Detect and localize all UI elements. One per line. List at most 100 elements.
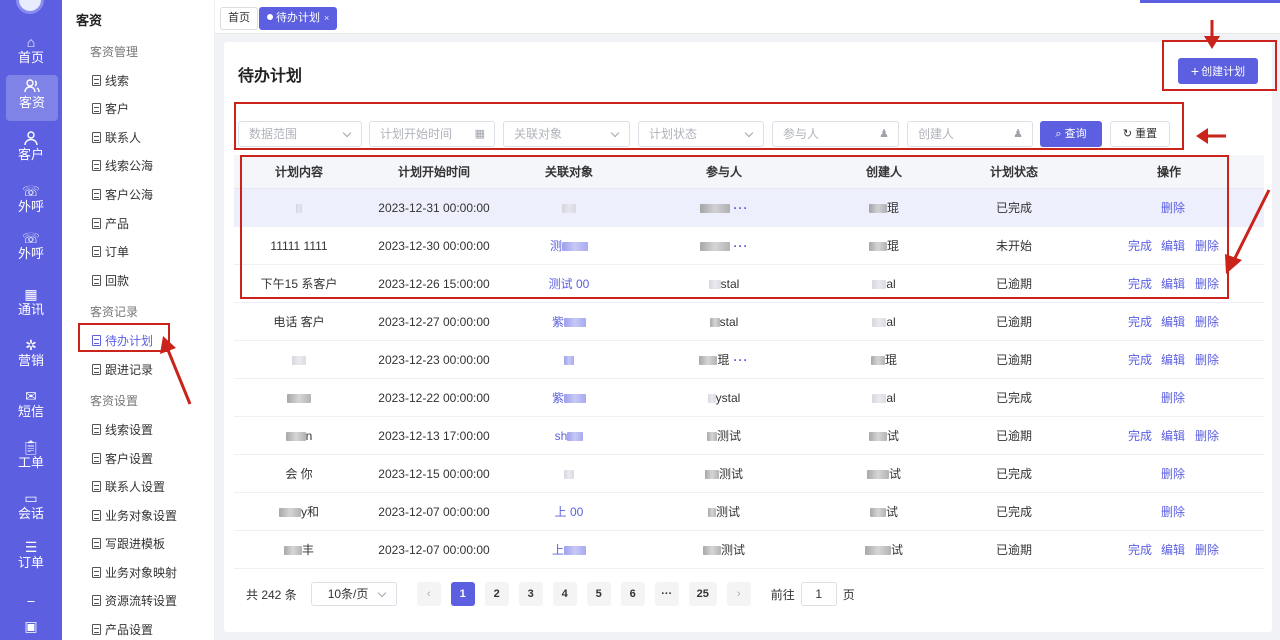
complete-link[interactable]: 完成: [1128, 341, 1152, 379]
cell-object[interactable]: 上: [504, 531, 634, 569]
menu-item-product-settings[interactable]: 产品设置: [92, 621, 153, 638]
page-size-select[interactable]: 10条/页: [310, 582, 397, 606]
cell-object[interactable]: 紫: [504, 303, 634, 341]
rail-item-outbound-2[interactable]: ☏ 外呼: [0, 226, 62, 272]
tab-home[interactable]: 首页: [220, 7, 258, 30]
more-icon[interactable]: ···: [734, 353, 749, 367]
pagination: 共 242 条 10条/页 ‹ 1 2 3 4 5 6 ··· 25 › 前往 …: [246, 582, 855, 606]
delete-link[interactable]: 删除: [1161, 493, 1185, 531]
cell-object[interactable]: 上 00: [504, 493, 634, 531]
menu-item-lead-settings[interactable]: 线索设置: [92, 421, 153, 438]
prev-page-button[interactable]: ‹: [416, 582, 441, 606]
delete-link[interactable]: 删除: [1195, 303, 1219, 341]
delete-link[interactable]: 删除: [1161, 379, 1185, 417]
cell-object[interactable]: sh: [504, 417, 634, 455]
delete-link[interactable]: 删除: [1195, 531, 1219, 569]
menu-item-label: 线索设置: [105, 423, 154, 437]
cell-object[interactable]: [504, 341, 634, 379]
table-row[interactable]: 丰 2023-12-07 00:00:00 上 测试 试 已逾期 完成 编辑 删…: [234, 531, 1264, 569]
annotation-arrow-left-icon: [1196, 128, 1226, 144]
menu-item-lead-pool[interactable]: 线索公海: [92, 157, 153, 174]
goto-page-input[interactable]: 1: [800, 582, 837, 606]
cell-creator: 试: [814, 493, 954, 531]
more-pages-button[interactable]: ···: [654, 582, 679, 606]
menu-item-customer-settings[interactable]: 客户设置: [92, 450, 153, 467]
complete-link[interactable]: 完成: [1128, 417, 1152, 455]
complete-link[interactable]: 完成: [1128, 531, 1152, 569]
menu-item-customer-pool[interactable]: 客户公海: [92, 186, 153, 203]
rail-item-orders[interactable]: ☰ 订单: [0, 535, 62, 581]
menu-item-label: 联系人: [105, 131, 142, 145]
rail-item-customers[interactable]: 客户: [0, 127, 62, 173]
top-accent-bar: [1140, 0, 1280, 3]
table-row[interactable]: y和 2023-12-07 00:00:00 上 00 测试 试 已完成 删除: [234, 493, 1264, 531]
cell-content: n: [234, 417, 364, 455]
delete-link[interactable]: 删除: [1195, 417, 1219, 455]
menu-item-followups[interactable]: 跟进记录: [92, 361, 153, 378]
menu-item-label: 客户公海: [105, 188, 154, 202]
rail-item-home[interactable]: ⌂ 首页: [0, 30, 62, 76]
menu-item-label: 回款: [105, 274, 130, 288]
edit-link[interactable]: 编辑: [1161, 417, 1185, 455]
secondary-menu: 客资 客资管理 线索 客户 联系人 线索公海 客户公海 产品 订单 回款 客资记…: [62, 0, 215, 640]
menu-item-payments[interactable]: 回款: [92, 272, 129, 289]
rail-item-marketing[interactable]: ✲ 营销: [0, 333, 62, 379]
delete-link[interactable]: 删除: [1195, 341, 1219, 379]
menu-item-orders[interactable]: 订单: [92, 243, 129, 260]
cell-content: y和: [234, 493, 364, 531]
table-row[interactable]: 2023-12-22 00:00:00 紫 ystal al 已完成 删除: [234, 379, 1264, 417]
table-row[interactable]: 电话 客户 2023-12-27 00:00:00 紫 stal al 已逾期 …: [234, 303, 1264, 341]
page-button[interactable]: 25: [688, 582, 717, 606]
address-book-icon: ▦: [24, 286, 38, 302]
page-button[interactable]: 1: [450, 582, 475, 606]
rail-item-leads[interactable]: 客资: [6, 75, 58, 121]
menu-item-object-mapping[interactable]: 业务对象映射: [92, 564, 177, 581]
rail-item-sms[interactable]: ✉ 短信: [0, 384, 62, 430]
tab-label: 首页: [228, 12, 250, 24]
cell-status: 已逾期: [995, 429, 1032, 443]
phone-out-icon: ☏: [22, 183, 40, 199]
close-icon[interactable]: ×: [324, 13, 329, 23]
rail-item-tickets[interactable]: 📋︎ 工单: [0, 435, 62, 481]
page-button[interactable]: 3: [518, 582, 543, 606]
rail-item-label: 短信: [17, 404, 44, 419]
rail-item-label: 会话: [17, 506, 44, 521]
cell-participant: 测试: [634, 531, 814, 569]
cell-object[interactable]: 紫: [504, 379, 634, 417]
user-icon: [0, 127, 62, 147]
doc-icon: [92, 567, 101, 578]
menu-item-resource-flow[interactable]: 资源流转设置: [92, 592, 177, 609]
menu-item-followup-template[interactable]: 写跟进模板: [92, 535, 165, 552]
page-button[interactable]: 4: [552, 582, 577, 606]
page-button[interactable]: 6: [620, 582, 645, 606]
menu-item-label: 产品: [105, 217, 130, 231]
menu-item-contact-settings[interactable]: 联系人设置: [92, 478, 165, 495]
edit-link[interactable]: 编辑: [1161, 531, 1185, 569]
menu-item-products[interactable]: 产品: [92, 215, 129, 232]
rail-item-chat[interactable]: ▭ 会话: [0, 486, 62, 532]
table-row[interactable]: 2023-12-23 00:00:00 琨 ··· 琨 已逾期 完成 编辑 删除: [234, 341, 1264, 379]
edit-link[interactable]: 编辑: [1161, 303, 1185, 341]
table-row[interactable]: 会 你 2023-12-15 00:00:00 测试 试 已完成 删除: [234, 455, 1264, 493]
crm-app: ⌂ 首页 客资 客户 ☏ 外呼 ☏ 外呼 ▦ 通讯 ✲ 营销 ✉ 短信 📋︎ 工…: [0, 0, 1280, 640]
cell-object[interactable]: [504, 455, 634, 493]
complete-link[interactable]: 完成: [1128, 303, 1152, 341]
rail-item-more[interactable]: ⎯: [0, 588, 62, 608]
menu-item-leads[interactable]: 线索: [92, 72, 129, 89]
menu-item-contacts[interactable]: 联系人: [92, 129, 141, 146]
menu-item-customers[interactable]: 客户: [92, 100, 129, 117]
table-row[interactable]: n 2023-12-13 17:00:00 sh 测试 试 已逾期 完成 编辑 …: [234, 417, 1264, 455]
next-page-button[interactable]: ›: [726, 582, 751, 606]
page-button[interactable]: 5: [586, 582, 611, 606]
tab-todo-plans[interactable]: 待办计划 ×: [259, 7, 338, 30]
tab-label: 待办计划: [276, 12, 320, 24]
doc-icon: [92, 510, 101, 521]
doc-icon: [92, 218, 101, 229]
rail-item-outbound[interactable]: ☏ 外呼: [0, 179, 62, 225]
page-button[interactable]: 2: [484, 582, 509, 606]
rail-item-extra[interactable]: ▣: [0, 614, 62, 640]
delete-link[interactable]: 删除: [1161, 455, 1185, 493]
menu-item-object-settings[interactable]: 业务对象设置: [92, 507, 177, 524]
rail-item-contacts[interactable]: ▦ 通讯: [0, 282, 62, 328]
edit-link[interactable]: 编辑: [1161, 341, 1185, 379]
